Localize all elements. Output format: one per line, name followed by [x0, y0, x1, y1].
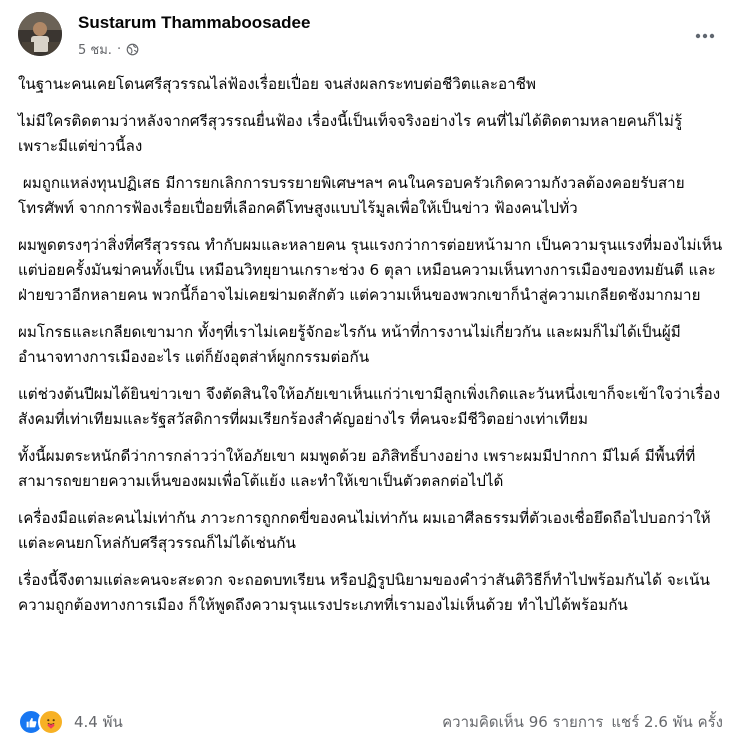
post-paragraph: ผมโกรธและเกลียดเขามาก ทั้งๆที่เราไม่เคยร… [18, 323, 681, 366]
reaction-count[interactable]: 4.4 พัน [74, 710, 123, 734]
globe-icon[interactable] [126, 43, 139, 56]
post-meta: 5 ชม. · [78, 39, 139, 60]
post-timestamp[interactable]: 5 ชม. [78, 39, 112, 60]
meta-separator: · [116, 42, 122, 57]
care-icon [38, 709, 64, 735]
reactions-summary[interactable]: 4.4 พัน [18, 709, 123, 735]
post-paragraph: ผมถูกแหล่งทุนปฏิเสธ มีการยกเลิกการบรรยาย… [18, 174, 685, 217]
post-body: ในฐานะคนเคยโดนศรีสุวรรณไล่ฟ้องเรื่อยเปื่… [18, 72, 724, 630]
post-paragraph: เครื่องมือแต่ละคนไม่เท่ากัน ภาวะการถูกกด… [18, 509, 711, 552]
reaction-icons [18, 709, 64, 735]
post-paragraph: แต่ช่วงต้นปีผมได้ยินข่าวเขา จึงตัดสินใจใ… [18, 385, 721, 428]
shares-count-link[interactable]: แชร์ 2.6 พัน ครั้ง [611, 710, 723, 734]
post-paragraph: ไม่มีใครติดตามว่าหลังจากศรีสุวรรณยื่นฟ้อ… [18, 112, 687, 155]
post-paragraph: ทั้งนี้ผมตระหนักดีว่าการกล่าวว่าให้อภัยเ… [18, 447, 696, 490]
author-name[interactable]: Sustarum Thammaboosadee [78, 13, 310, 33]
facebook-post: Sustarum Thammaboosadee 5 ชม. · ในฐานะคน [0, 0, 739, 752]
engagement-stats: ความคิดเห็น 96 รายการ แชร์ 2.6 พัน ครั้ง [442, 710, 723, 734]
more-options-icon[interactable] [687, 18, 723, 54]
post-header: Sustarum Thammaboosadee 5 ชม. · [18, 12, 723, 60]
comments-count-link[interactable]: ความคิดเห็น 96 รายการ [442, 710, 603, 734]
post-paragraph: ในฐานะคนเคยโดนศรีสุวรรณไล่ฟ้องเรื่อยเปื่… [18, 75, 536, 93]
avatar-photo [18, 12, 62, 56]
author-avatar[interactable] [18, 12, 62, 56]
post-paragraph: เรื่องนี้จึงตามแต่ละคนจะสะดวก จะถอดบทเรี… [18, 571, 710, 614]
post-footer: 4.4 พัน ความคิดเห็น 96 รายการ แชร์ 2.6 พ… [18, 708, 723, 736]
post-paragraph: ผมพูดตรงๆว่าสิ่งที่ศรีสุวรรณ ทำกับผมและห… [18, 236, 727, 304]
